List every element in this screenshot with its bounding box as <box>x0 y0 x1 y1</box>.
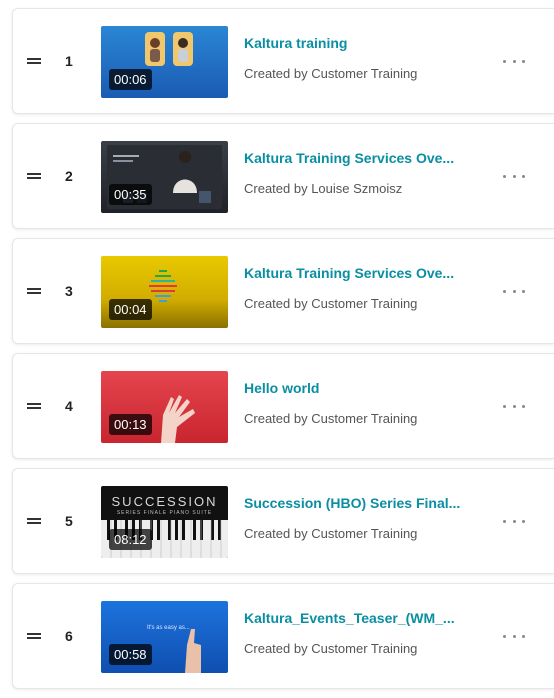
entry-creator: Created by Louise Szmoisz <box>244 181 403 196</box>
duration-badge: 08:12 <box>109 529 152 550</box>
more-options-icon[interactable] <box>503 403 525 409</box>
entry-creator: Created by Customer Training <box>244 66 418 81</box>
duration-badge: 00:06 <box>109 69 152 90</box>
more-options-icon[interactable] <box>503 633 525 639</box>
entry-thumbnail[interactable]: 00:13 <box>101 371 228 443</box>
entry-title-link[interactable]: Kaltura Training Services Ove... <box>244 265 484 281</box>
playlist-entry: 4 00:13 Hello world Created by Customer … <box>12 353 554 459</box>
more-options-icon[interactable] <box>503 518 525 524</box>
entry-index: 2 <box>65 168 73 184</box>
entry-title-link[interactable]: Kaltura training <box>244 35 484 51</box>
entry-index: 3 <box>65 283 73 299</box>
duration-badge: 00:35 <box>109 184 152 205</box>
playlist-entry: 1 00:06 Kaltura training Created by Cust… <box>12 8 554 114</box>
more-options-icon[interactable] <box>503 58 525 64</box>
duration-badge: 00:58 <box>109 644 152 665</box>
entry-title-link[interactable]: Kaltura_Events_Teaser_(WM_... <box>244 610 484 626</box>
entry-creator: Created by Customer Training <box>244 411 418 426</box>
playlist-entry: 5 SUCCESSION SERIES FINALE PIANO SUITE 0… <box>12 468 554 574</box>
entry-creator: Created by Customer Training <box>244 641 418 656</box>
entry-index: 6 <box>65 628 73 644</box>
entry-index: 1 <box>65 53 73 69</box>
entry-thumbnail[interactable]: 00:35 <box>101 141 228 213</box>
entry-title-link[interactable]: Hello world <box>244 380 484 396</box>
more-options-icon[interactable] <box>503 173 525 179</box>
playlist-entry: 3 00:04 Kaltura Training Services Ove...… <box>12 238 554 344</box>
entry-index: 5 <box>65 513 73 529</box>
playlist-entry: 6 It's as easy as... 00:58 Kaltura_Event… <box>12 583 554 689</box>
entry-title-link[interactable]: Succession (HBO) Series Final... <box>244 495 484 511</box>
drag-handle-icon[interactable] <box>27 516 41 526</box>
entry-creator: Created by Customer Training <box>244 526 418 541</box>
duration-badge: 00:04 <box>109 299 152 320</box>
playlist-entries: 1 00:06 Kaltura training Created by Cust… <box>12 8 554 698</box>
playlist-entry: 2 00:35 Kaltura Training Services Ove...… <box>12 123 554 229</box>
duration-badge: 00:13 <box>109 414 152 435</box>
drag-handle-icon[interactable] <box>27 171 41 181</box>
entry-index: 4 <box>65 398 73 414</box>
entry-thumbnail[interactable]: It's as easy as... 00:58 <box>101 601 228 673</box>
entry-thumbnail[interactable]: SUCCESSION SERIES FINALE PIANO SUITE 08:… <box>101 486 228 558</box>
drag-handle-icon[interactable] <box>27 401 41 411</box>
drag-handle-icon[interactable] <box>27 631 41 641</box>
drag-handle-icon[interactable] <box>27 286 41 296</box>
drag-handle-icon[interactable] <box>27 56 41 66</box>
entry-thumbnail[interactable]: 00:04 <box>101 256 228 328</box>
entry-title-link[interactable]: Kaltura Training Services Ove... <box>244 150 484 166</box>
entry-thumbnail[interactable]: 00:06 <box>101 26 228 98</box>
entry-creator: Created by Customer Training <box>244 296 418 311</box>
more-options-icon[interactable] <box>503 288 525 294</box>
